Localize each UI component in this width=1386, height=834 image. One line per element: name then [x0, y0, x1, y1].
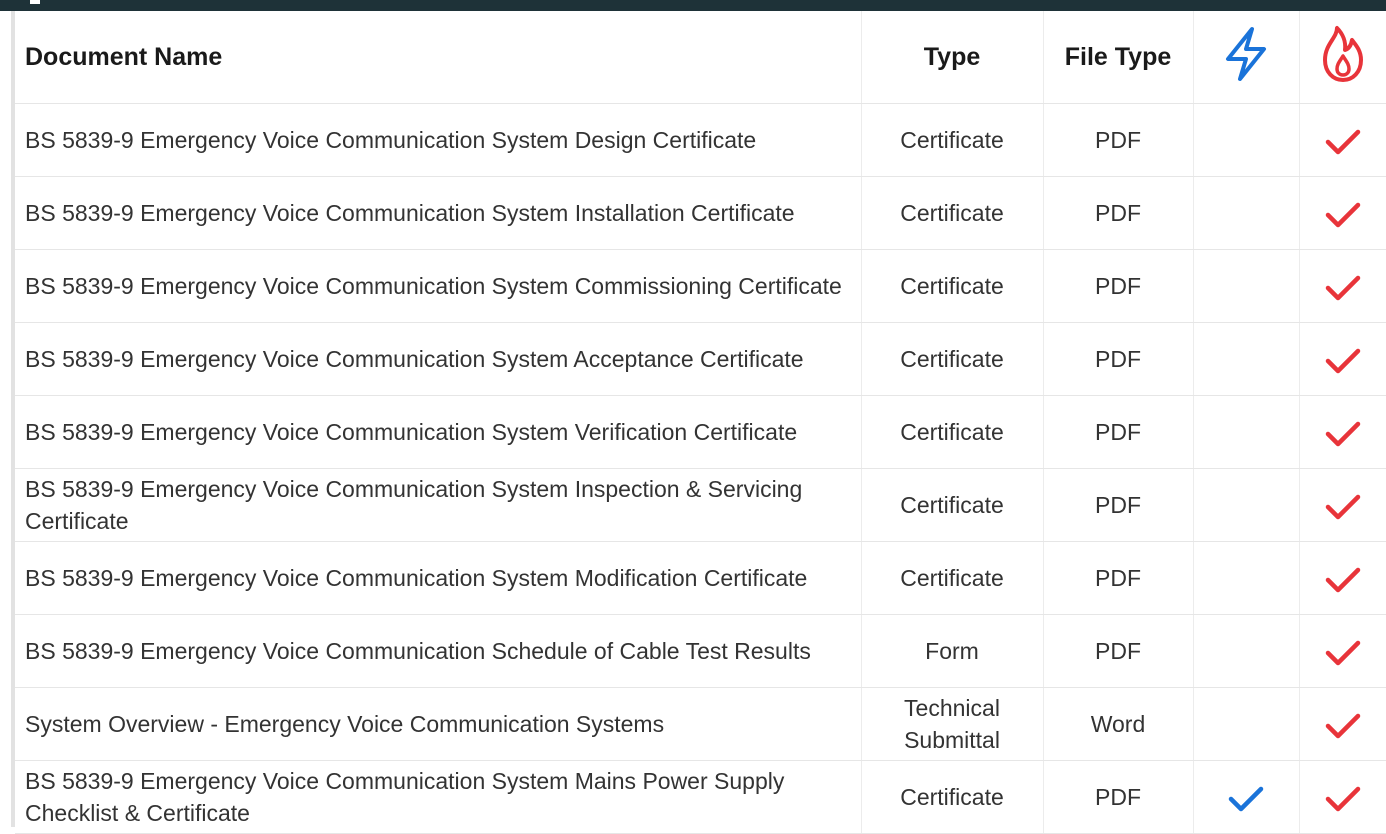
document-type-cell: Certificate	[861, 322, 1044, 396]
electrical-cell	[1193, 687, 1300, 761]
fire-check-icon	[1325, 565, 1361, 593]
fire-cell	[1299, 249, 1386, 323]
fire-check-icon	[1325, 127, 1361, 155]
document-type-label: Certificate	[900, 565, 1004, 591]
table-row[interactable]: System Overview - Emergency Voice Commun…	[15, 687, 1386, 761]
document-type-label: Form	[925, 638, 979, 664]
document-type-cell: Certificate	[861, 176, 1044, 250]
lightning-icon	[1222, 26, 1270, 89]
document-name-cell[interactable]: BS 5839-9 Emergency Voice Communication …	[15, 395, 862, 469]
electrical-check-icon	[1228, 784, 1264, 812]
header-document-name[interactable]: Document Name	[15, 11, 862, 104]
electrical-cell	[1193, 249, 1300, 323]
document-name-cell[interactable]: BS 5839-9 Emergency Voice Communication …	[15, 468, 862, 542]
document-type-label: Certificate	[900, 127, 1004, 153]
table-row[interactable]: BS 5839-9 Emergency Voice Communication …	[15, 176, 1386, 250]
header-file-type[interactable]: File Type	[1043, 11, 1194, 104]
document-type-label: Certificate	[900, 346, 1004, 372]
fire-check-icon	[1325, 419, 1361, 447]
document-type-cell: Certificate	[861, 760, 1044, 834]
document-type-label: Certificate	[900, 419, 1004, 445]
table-row[interactable]: BS 5839-9 Emergency Voice Communication …	[15, 395, 1386, 469]
file-type-cell: PDF	[1043, 395, 1194, 469]
fire-check-icon	[1325, 492, 1361, 520]
fire-cell	[1299, 176, 1386, 250]
table-row[interactable]: BS 5839-9 Emergency Voice Communication …	[15, 322, 1386, 396]
document-type-label: Certificate	[900, 492, 1004, 518]
electrical-cell	[1193, 468, 1300, 542]
fire-cell	[1299, 322, 1386, 396]
electrical-cell	[1193, 614, 1300, 688]
document-type-cell: Certificate	[861, 103, 1044, 177]
top-bar	[0, 0, 1386, 11]
fire-cell	[1299, 541, 1386, 615]
document-type-label: Certificate	[900, 200, 1004, 226]
table-row[interactable]: BS 5839-9 Emergency Voice Communication …	[15, 760, 1386, 834]
fire-cell	[1299, 103, 1386, 177]
table-row[interactable]: BS 5839-9 Emergency Voice Communication …	[15, 541, 1386, 615]
document-name-cell[interactable]: BS 5839-9 Emergency Voice Communication …	[15, 176, 862, 250]
document-name-cell[interactable]: BS 5839-9 Emergency Voice Communication …	[15, 614, 862, 688]
document-type-cell: Form	[861, 614, 1044, 688]
fire-cell	[1299, 687, 1386, 761]
fire-cell	[1299, 395, 1386, 469]
table-row[interactable]: BS 5839-9 Emergency Voice Communication …	[15, 103, 1386, 177]
document-type-label: Certificate	[900, 784, 1004, 810]
electrical-cell	[1193, 176, 1300, 250]
fire-check-icon	[1325, 711, 1361, 739]
file-type-cell: PDF	[1043, 614, 1194, 688]
document-name-cell[interactable]: BS 5839-9 Emergency Voice Communication …	[15, 322, 862, 396]
table-row[interactable]: BS 5839-9 Emergency Voice Communication …	[15, 249, 1386, 323]
electrical-cell	[1193, 103, 1300, 177]
document-type-label: Certificate	[900, 273, 1004, 299]
fire-check-icon	[1325, 200, 1361, 228]
document-type-cell: Technical Submittal	[861, 687, 1044, 761]
file-type-cell: PDF	[1043, 468, 1194, 542]
file-type-cell: PDF	[1043, 103, 1194, 177]
electrical-cell	[1193, 760, 1300, 834]
document-name-cell[interactable]: BS 5839-9 Emergency Voice Communication …	[15, 541, 862, 615]
electrical-cell	[1193, 541, 1300, 615]
file-type-cell: PDF	[1043, 249, 1194, 323]
header-type[interactable]: Type	[861, 11, 1044, 104]
fire-check-icon	[1325, 346, 1361, 374]
header-fire	[1299, 11, 1386, 104]
header-electrical	[1193, 11, 1300, 104]
document-type-cell: Certificate	[861, 541, 1044, 615]
table-row[interactable]: BS 5839-9 Emergency Voice Communication …	[15, 614, 1386, 688]
document-name-cell[interactable]: BS 5839-9 Emergency Voice Communication …	[15, 103, 862, 177]
electrical-cell	[1193, 395, 1300, 469]
table-row[interactable]: BS 5839-9 Emergency Voice Communication …	[15, 468, 1386, 542]
fire-cell	[1299, 614, 1386, 688]
document-type-label: Technical Submittal	[904, 695, 1000, 753]
fire-check-icon	[1325, 784, 1361, 812]
fire-check-icon	[1325, 638, 1361, 666]
file-type-cell: Word	[1043, 687, 1194, 761]
document-type-cell: Certificate	[861, 468, 1044, 542]
fire-cell	[1299, 760, 1386, 834]
flame-icon	[1320, 24, 1366, 91]
document-name-cell[interactable]: BS 5839-9 Emergency Voice Communication …	[15, 760, 862, 834]
fire-cell	[1299, 468, 1386, 542]
document-type-cell: Certificate	[861, 249, 1044, 323]
document-name-cell[interactable]: BS 5839-9 Emergency Voice Communication …	[15, 249, 862, 323]
file-type-cell: PDF	[1043, 760, 1194, 834]
file-type-cell: PDF	[1043, 541, 1194, 615]
table-header-row: Document Name Type File Type	[15, 11, 1386, 104]
documents-table: Document Name Type File Type BS 5839-9 E…	[15, 11, 1386, 834]
top-bar-notch	[30, 0, 40, 4]
electrical-cell	[1193, 322, 1300, 396]
document-type-cell: Certificate	[861, 395, 1044, 469]
file-type-cell: PDF	[1043, 176, 1194, 250]
file-type-cell: PDF	[1043, 322, 1194, 396]
fire-check-icon	[1325, 273, 1361, 301]
document-name-cell[interactable]: System Overview - Emergency Voice Commun…	[15, 687, 862, 761]
